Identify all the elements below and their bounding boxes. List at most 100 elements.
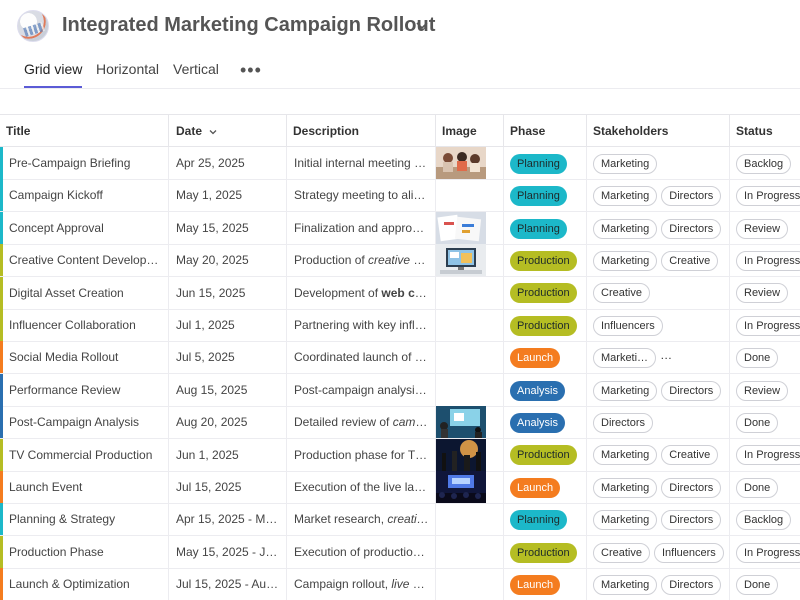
thumbnail-monitor[interactable] <box>436 244 486 277</box>
column-header-status[interactable]: Status <box>730 115 800 147</box>
cell-date[interactable]: Jun 1, 2025 <box>169 438 287 471</box>
stakeholder-chip-directors[interactable]: Directors <box>661 477 722 498</box>
cell-phase[interactable]: Production <box>504 438 587 471</box>
cell-phase[interactable]: Production <box>504 276 587 309</box>
cell-stakeholders[interactable]: Influencers <box>587 309 730 341</box>
cell-stakeholders[interactable]: Marketing <box>587 147 730 179</box>
cell-description[interactable]: Execution of the live lau… <box>287 471 436 503</box>
stakeholder-chip-marketing[interactable]: Marketing <box>593 575 658 596</box>
cell-date[interactable]: May 15, 2025 - J… <box>169 535 287 568</box>
cell-title[interactable]: Planning & Strategy <box>0 503 169 536</box>
cell-phase[interactable]: Planning <box>504 147 587 179</box>
cell-status[interactable]: In Progress <box>730 439 800 471</box>
status-badge[interactable]: Done <box>736 348 779 369</box>
phase-badge[interactable]: Launch <box>510 575 561 596</box>
cell-status[interactable]: Done <box>730 568 800 600</box>
cell-phase[interactable]: Planning <box>504 211 587 244</box>
cell-stakeholders[interactable]: Creative <box>587 276 730 309</box>
cell-title[interactable]: TV Commercial Production <box>0 438 169 471</box>
phase-badge[interactable]: Launch <box>510 477 561 498</box>
cell-date[interactable]: Jul 5, 2025 <box>169 341 287 374</box>
cell-title[interactable]: Social Media Rollout <box>0 341 169 374</box>
cell-date[interactable]: Jul 15, 2025 - Au… <box>169 568 287 600</box>
cell-description[interactable]: Coordinated launch of c… <box>287 341 436 374</box>
table-row[interactable]: Launch Event Jul 15, 2025 Execution of the… <box>0 471 800 504</box>
phase-badge[interactable]: Analysis <box>510 413 565 434</box>
cell-image[interactable] <box>436 373 504 406</box>
table-row[interactable]: Pre-Campaign Briefing Apr 25, 2025 Initial… <box>0 147 800 180</box>
cell-date[interactable]: Apr 15, 2025 - M… <box>169 503 287 536</box>
stakeholder-chip-creative[interactable]: Creative <box>661 251 719 272</box>
cell-title[interactable]: Influencer Collaboration <box>0 309 169 341</box>
cell-date[interactable]: May 15, 2025 <box>169 211 287 244</box>
stakeholder-chip-creative[interactable]: Creative <box>593 542 650 563</box>
cell-description[interactable]: Detailed review of camp… <box>287 406 436 439</box>
cell-title[interactable]: Launch Event <box>0 471 169 503</box>
cell-date[interactable]: Jul 1, 2025 <box>169 309 287 341</box>
cell-phase[interactable]: Production <box>504 244 587 277</box>
stakeholder-chip-influencers[interactable]: Influencers <box>653 542 724 563</box>
cell-date[interactable]: May 20, 2025 <box>169 244 287 277</box>
cell-date[interactable]: Aug 15, 2025 <box>169 373 287 406</box>
tab-grid-view[interactable]: Grid view <box>24 50 83 88</box>
cell-description[interactable]: Initial internal meeting t… <box>287 147 436 179</box>
column-header-date[interactable]: Date <box>169 115 287 147</box>
status-badge[interactable]: In Progress <box>736 186 800 207</box>
cell-description[interactable]: Development of web co… <box>287 276 436 309</box>
status-badge[interactable]: In Progress <box>736 445 800 466</box>
chevron-down-icon[interactable] <box>414 17 430 33</box>
cell-phase[interactable]: Launch <box>504 341 587 374</box>
sort-chevron-icon[interactable] <box>208 127 218 137</box>
cell-phase[interactable]: Planning <box>504 503 587 536</box>
cell-phase[interactable]: Analysis <box>504 373 587 406</box>
cell-status[interactable]: In Progress <box>730 244 800 276</box>
cell-title[interactable]: Digital Asset Creation <box>0 276 169 309</box>
cell-phase[interactable]: Planning <box>504 179 587 212</box>
cell-image[interactable] <box>436 568 504 600</box>
stakeholder-chip-marketing[interactable]: Marketing <box>593 477 658 498</box>
table-row[interactable]: Post-Campaign Analysis Aug 20, 2025 Detail… <box>0 406 800 440</box>
status-badge[interactable]: Done <box>736 477 779 498</box>
stakeholder-chip-directors[interactable]: Directors <box>661 575 722 596</box>
stakeholder-chip-marketing[interactable]: Marketing <box>593 445 658 466</box>
cell-image[interactable] <box>436 503 504 536</box>
cell-title[interactable]: Performance Review <box>0 373 169 406</box>
cell-title[interactable]: Launch & Optimization <box>0 568 169 600</box>
stakeholder-chip-marketing[interactable]: Marketing <box>593 510 658 531</box>
cell-phase[interactable]: Production <box>504 535 587 568</box>
phase-badge[interactable]: Production <box>510 251 577 272</box>
cell-title[interactable]: Campaign Kickoff <box>0 179 169 212</box>
status-badge[interactable]: Backlog <box>736 153 792 174</box>
cell-phase[interactable]: Analysis <box>504 406 587 439</box>
status-badge[interactable]: Backlog <box>736 510 792 531</box>
cell-date[interactable]: Jul 15, 2025 <box>169 471 287 503</box>
stakeholder-chip-marketi[interactable]: Marketi… <box>593 348 657 369</box>
phase-badge[interactable]: Production <box>510 542 577 563</box>
table-row[interactable]: Campaign Kickoff May 1, 2025 Strategy meet… <box>0 179 800 213</box>
stakeholder-chip-creative[interactable]: Creative <box>661 445 719 466</box>
cell-date[interactable]: Jun 15, 2025 <box>169 276 287 309</box>
status-badge[interactable]: Review <box>736 283 789 304</box>
stakeholder-chip-directors[interactable]: Directors <box>661 510 722 531</box>
cell-image[interactable] <box>436 535 504 568</box>
cell-title[interactable]: Production Phase <box>0 535 169 568</box>
cell-image[interactable] <box>436 211 504 244</box>
cell-title[interactable]: Post-Campaign Analysis <box>0 406 169 439</box>
cell-status[interactable]: Review <box>730 212 800 244</box>
cell-stakeholders[interactable]: Marketing Directors <box>587 471 730 503</box>
table-row[interactable]: TV Commercial Production Jun 1, 2025 Produ… <box>0 438 800 472</box>
cell-title[interactable]: Concept Approval <box>0 211 169 244</box>
stakeholder-chip-directors[interactable]: Directors <box>661 218 722 239</box>
phase-badge[interactable]: Analysis <box>510 380 565 401</box>
cell-image[interactable] <box>436 309 504 341</box>
phase-badge[interactable]: Production <box>510 445 577 466</box>
cell-phase[interactable]: Launch <box>504 471 587 503</box>
cell-image[interactable] <box>436 179 504 212</box>
phase-badge[interactable]: Launch <box>510 348 561 369</box>
cell-stakeholders[interactable]: Marketing Directors <box>587 179 730 212</box>
status-badge[interactable]: In Progress <box>736 251 800 272</box>
phase-badge[interactable]: Production <box>510 315 577 336</box>
cell-status[interactable]: Review <box>730 374 800 406</box>
table-row[interactable]: Influencer Collaboration Jul 1, 2025 Partn… <box>0 309 800 342</box>
tab-vertical[interactable]: Vertical <box>173 50 219 88</box>
